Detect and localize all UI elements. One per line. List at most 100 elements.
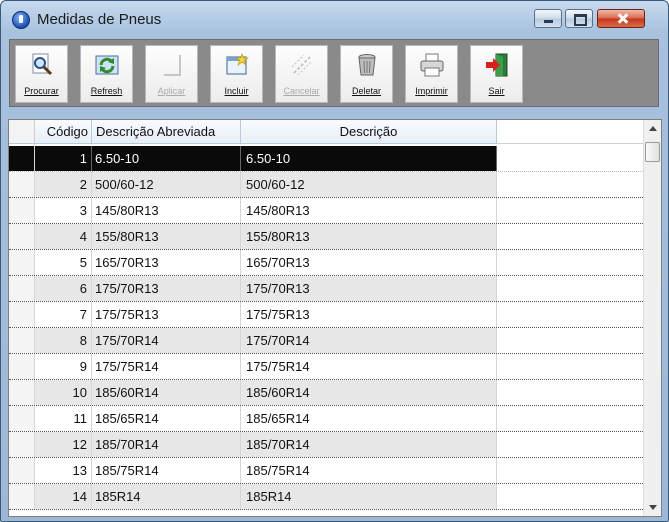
table-row[interactable]: 1 6.50-10 6.50-10	[9, 146, 643, 172]
cell-descricao[interactable]: 175/70R14	[241, 328, 497, 353]
new-record-icon	[226, 53, 249, 75]
cell-abreviada[interactable]: 6.50-10	[92, 146, 241, 171]
cell-descricao[interactable]: 175/75R13	[241, 302, 497, 327]
cancelar-button[interactable]: Cancelar	[275, 45, 328, 103]
table-row[interactable]: 5 165/70R13 165/70R13	[9, 250, 643, 276]
cancel-icon	[291, 54, 313, 76]
table-row[interactable]: 3 145/80R13 145/80R13	[9, 198, 643, 224]
row-indicator[interactable]	[9, 380, 35, 405]
minimize-button[interactable]	[534, 9, 562, 28]
cell-abreviada[interactable]: 175/70R13	[92, 276, 241, 301]
cancelar-label: Cancelar	[283, 86, 320, 96]
cell-codigo[interactable]: 14	[35, 484, 92, 509]
table-row[interactable]: 9 175/75R14 175/75R14	[9, 354, 643, 380]
row-indicator[interactable]	[9, 250, 35, 275]
cell-codigo[interactable]: 1	[35, 146, 92, 171]
cell-codigo[interactable]: 4	[35, 224, 92, 249]
cell-codigo[interactable]: 6	[35, 276, 92, 301]
row-indicator[interactable]	[9, 328, 35, 353]
data-grid[interactable]: Código Descrição Abreviada Descrição 1 6…	[8, 119, 662, 517]
refresh-icon	[95, 55, 119, 75]
scrollbar-thumb[interactable]	[645, 142, 660, 162]
incluir-label: Incluir	[224, 86, 249, 96]
cell-descricao[interactable]: 165/70R13	[241, 250, 497, 275]
cell-descricao[interactable]: 185/75R14	[241, 458, 497, 483]
title-bar[interactable]: Medidas de Pneus	[1, 1, 668, 37]
table-row[interactable]: 12 185/70R14 185/70R14	[9, 432, 643, 458]
header-codigo[interactable]: Código	[35, 120, 92, 144]
cell-codigo[interactable]: 7	[35, 302, 92, 327]
header-descricao-abreviada[interactable]: Descrição Abreviada	[92, 120, 241, 144]
incluir-button[interactable]: Incluir	[210, 45, 263, 103]
table-row[interactable]: 10 185/60R14 185/60R14	[9, 380, 643, 406]
deletar-label: Deletar	[351, 86, 381, 96]
row-indicator[interactable]	[9, 198, 35, 223]
row-indicator[interactable]	[9, 458, 35, 483]
cell-abreviada[interactable]: 145/80R13	[92, 198, 241, 223]
cell-abreviada[interactable]: 175/70R14	[92, 328, 241, 353]
cell-abreviada[interactable]: 500/60-12	[92, 172, 241, 197]
header-indicator-column	[9, 120, 35, 144]
table-row[interactable]: 8 175/70R14 175/70R14	[9, 328, 643, 354]
row-indicator[interactable]	[9, 354, 35, 379]
cell-abreviada[interactable]: 185/65R14	[92, 406, 241, 431]
header-filler	[497, 120, 643, 144]
maximize-button[interactable]	[565, 9, 593, 28]
cell-descricao[interactable]: 185/65R14	[241, 406, 497, 431]
table-row[interactable]: 6 175/70R13 175/70R13	[9, 276, 643, 302]
imprimir-button[interactable]: Imprimir	[405, 45, 458, 103]
cell-descricao[interactable]: 145/80R13	[241, 198, 497, 223]
table-row[interactable]: 4 155/80R13 155/80R13	[9, 224, 643, 250]
cell-abreviada[interactable]: 165/70R13	[92, 250, 241, 275]
aplicar-button[interactable]: Aplicar	[145, 45, 198, 103]
table-row[interactable]: 7 175/75R13 175/75R13	[9, 302, 643, 328]
cell-descricao[interactable]: 175/70R13	[241, 276, 497, 301]
table-row[interactable]: 13 185/75R14 185/75R14	[9, 458, 643, 484]
cell-descricao[interactable]: 185/70R14	[241, 432, 497, 457]
table-row[interactable]: 11 185/65R14 185/65R14	[9, 406, 643, 432]
scroll-up-arrow-icon[interactable]	[644, 120, 661, 137]
cell-descricao[interactable]: 185R14	[241, 484, 497, 509]
cell-abreviada[interactable]: 175/75R13	[92, 302, 241, 327]
cell-codigo[interactable]: 10	[35, 380, 92, 405]
row-indicator[interactable]	[9, 484, 35, 509]
cell-codigo[interactable]: 2	[35, 172, 92, 197]
row-indicator[interactable]	[9, 406, 35, 431]
cell-descricao[interactable]: 500/60-12	[241, 172, 497, 197]
deletar-button[interactable]: Deletar	[340, 45, 393, 103]
cell-descricao[interactable]: 185/60R14	[241, 380, 497, 405]
cell-abreviada[interactable]: 185/60R14	[92, 380, 241, 405]
row-indicator[interactable]	[9, 432, 35, 457]
procurar-button[interactable]: Procurar	[15, 45, 68, 103]
printer-icon	[420, 53, 444, 77]
cell-abreviada[interactable]: 175/75R14	[92, 354, 241, 379]
cell-codigo[interactable]: 9	[35, 354, 92, 379]
refresh-button[interactable]: Refresh	[80, 45, 133, 103]
cell-codigo[interactable]: 8	[35, 328, 92, 353]
close-button[interactable]	[597, 9, 645, 28]
cell-descricao[interactable]: 6.50-10	[241, 146, 497, 171]
cell-codigo[interactable]: 13	[35, 458, 92, 483]
cell-codigo[interactable]: 3	[35, 198, 92, 223]
cell-codigo[interactable]: 5	[35, 250, 92, 275]
vertical-scrollbar[interactable]	[643, 120, 661, 516]
row-indicator[interactable]	[9, 146, 35, 171]
cell-codigo[interactable]: 12	[35, 432, 92, 457]
cell-codigo[interactable]: 11	[35, 406, 92, 431]
cell-descricao[interactable]: 175/75R14	[241, 354, 497, 379]
row-indicator[interactable]	[9, 224, 35, 249]
table-row[interactable]: 2 500/60-12 500/60-12	[9, 172, 643, 198]
row-indicator[interactable]	[9, 172, 35, 197]
row-indicator[interactable]	[9, 276, 35, 301]
cell-abreviada[interactable]: 185R14	[92, 484, 241, 509]
header-descricao[interactable]: Descrição	[241, 120, 497, 144]
scroll-down-arrow-icon[interactable]	[644, 499, 661, 516]
cell-abreviada[interactable]: 155/80R13	[92, 224, 241, 249]
cell-abreviada[interactable]: 185/75R14	[92, 458, 241, 483]
cell-abreviada[interactable]: 185/70R14	[92, 432, 241, 457]
sair-button[interactable]: Sair	[470, 45, 523, 103]
exit-door-icon	[486, 53, 508, 77]
row-indicator[interactable]	[9, 302, 35, 327]
cell-descricao[interactable]: 155/80R13	[241, 224, 497, 249]
table-row[interactable]: 14 185R14 185R14	[9, 484, 643, 510]
